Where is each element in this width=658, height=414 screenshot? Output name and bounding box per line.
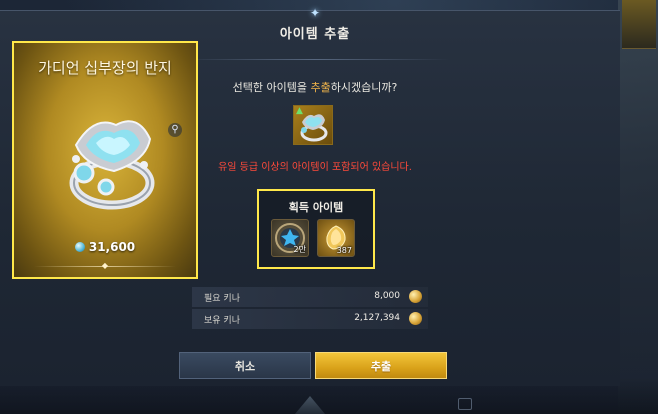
star-ornament-icon: ✦ bbox=[309, 6, 321, 20]
ring-icon bbox=[69, 120, 155, 210]
dialog-title: 아이템 추출 bbox=[279, 27, 351, 42]
extract-button[interactable]: 추출 bbox=[315, 352, 447, 379]
question-suffix: 하시겠습니까? bbox=[330, 81, 398, 94]
item-price-value: 31,600 bbox=[88, 240, 136, 254]
cost-label: 보유 키나 bbox=[204, 316, 240, 326]
cancel-button[interactable]: 취소 bbox=[179, 352, 311, 379]
kinah-coin-icon bbox=[409, 290, 422, 303]
confirm-question: 선택한 아이템을 추출하시겠습니까? bbox=[180, 79, 450, 95]
owned-kinah-row: 보유 키나 2,127,394 bbox=[192, 309, 428, 329]
cost-value: 8,000 bbox=[374, 291, 400, 301]
gem-icon bbox=[74, 242, 85, 252]
zoom-icon[interactable]: ⚲ bbox=[168, 123, 182, 137]
bottom-marker-icon bbox=[458, 398, 472, 410]
question-highlight: 추출 bbox=[310, 81, 331, 94]
background-right-edge bbox=[618, 0, 658, 414]
reward-count: 387 bbox=[336, 246, 352, 255]
item-card: 가디언 십부장의 반지 ⚲ 31,600 ◆ bbox=[12, 41, 198, 279]
reward-slot[interactable]: 2만 bbox=[271, 219, 309, 257]
reward-slot[interactable]: 387 bbox=[317, 219, 355, 257]
cost-value: 2,127,394 bbox=[354, 313, 400, 323]
cost-label: 필요 키나 bbox=[204, 294, 240, 304]
selected-item-thumbnail[interactable]: ▲ bbox=[293, 105, 333, 145]
divider-diamond-icon: ◆ bbox=[101, 261, 109, 270]
reward-panel: 획득 아이템 2만 387 bbox=[257, 189, 375, 269]
reward-count: 2만 bbox=[293, 245, 306, 254]
question-prefix: 선택한 아이템을 bbox=[232, 81, 311, 94]
required-kinah-row: 필요 키나 8,000 bbox=[192, 287, 428, 307]
item-name: 가디언 십부장의 반지 bbox=[38, 59, 172, 77]
item-price: 31,600 bbox=[14, 240, 196, 254]
title-divider bbox=[180, 59, 450, 60]
kinah-coin-icon bbox=[409, 312, 422, 325]
background-gold-element bbox=[622, 0, 656, 49]
reward-title: 획득 아이템 bbox=[288, 201, 344, 214]
warning-text: 유일 등급 이상의 아이템이 포함되어 있습니다. bbox=[218, 162, 412, 173]
extract-dialog: ✦ 아이템 추출 가디언 십부장의 반지 ⚲ 31,600 ◆ 선택한 아이템을… bbox=[0, 6, 620, 386]
upgrade-arrow-icon: ▲ bbox=[296, 106, 303, 116]
